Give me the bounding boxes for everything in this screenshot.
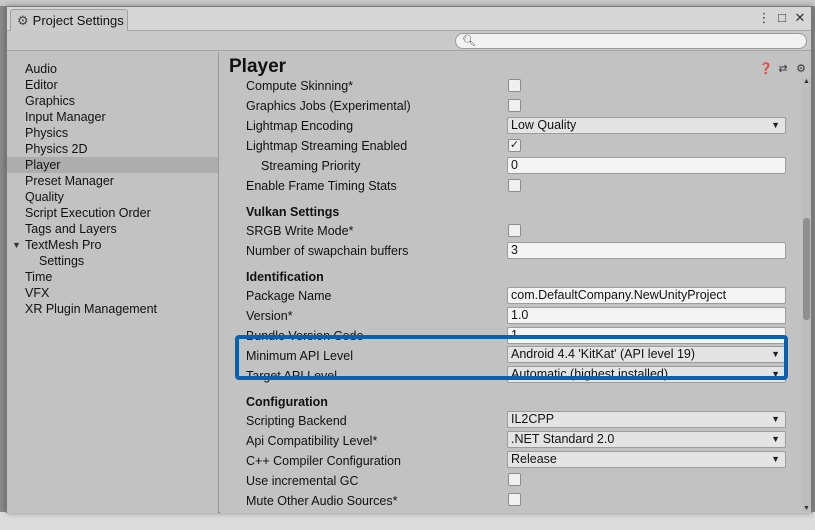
sidebar-item-tags-and-layers[interactable]: Tags and Layers	[7, 221, 218, 237]
sidebar-item-editor[interactable]: Editor	[7, 77, 218, 93]
srgb-write-label: SRGB Write Mode*	[246, 224, 354, 238]
streaming-priority-label: Streaming Priority	[261, 159, 361, 173]
cpp-compiler-config-dropdown[interactable]: Release ▼	[507, 451, 786, 468]
settings-sidebar: Audio Editor Graphics Input Manager Phys…	[7, 52, 219, 513]
lightmap-encoding-dropdown[interactable]: Low Quality ▼	[507, 117, 786, 134]
cpp-compiler-config-label: C++ Compiler Configuration	[246, 454, 401, 468]
sidebar-item-xr-plugin-management[interactable]: XR Plugin Management	[7, 301, 218, 317]
configuration-header: Configuration	[246, 395, 328, 409]
sidebar-item-preset-manager[interactable]: Preset Manager	[7, 173, 218, 189]
dropdown-value: Release	[511, 452, 557, 466]
sidebar-item-time[interactable]: Time	[7, 269, 218, 285]
dropdown-value: Low Quality	[511, 118, 577, 132]
player-settings-panel: Player ❓ ⇄ ⚙ Compute Skinning* Graphics …	[220, 52, 811, 513]
dropdown-value: .NET Standard 2.0	[511, 432, 615, 446]
help-icon[interactable]: ❓	[759, 62, 773, 75]
project-settings-tab[interactable]: ⚙ Project Settings	[10, 9, 128, 31]
vulkan-settings-header: Vulkan Settings	[246, 205, 340, 219]
header-icons: ❓ ⇄ ⚙	[759, 62, 807, 75]
gear-icon[interactable]: ⚙	[795, 62, 807, 75]
version-field[interactable]: 1.0	[507, 307, 786, 324]
swapchain-label: Number of swapchain buffers	[246, 244, 409, 258]
scroll-up-icon[interactable]: ▲	[802, 78, 811, 85]
identification-header: Identification	[246, 270, 324, 284]
compute-skinning-label: Compute Skinning*	[246, 79, 354, 93]
api-compatibility-label: Api Compatibility Level*	[246, 434, 378, 448]
srgb-write-checkbox[interactable]	[508, 224, 521, 237]
sidebar-item-audio[interactable]: Audio	[7, 61, 218, 77]
sidebar-item-script-execution-order[interactable]: Script Execution Order	[7, 205, 218, 221]
lightmap-encoding-label: Lightmap Encoding	[246, 119, 354, 133]
incremental-gc-checkbox[interactable]	[508, 473, 521, 486]
swapchain-field[interactable]: 3	[507, 242, 786, 259]
chevron-down-icon: ▼	[771, 414, 780, 424]
sidebar-item-player[interactable]: Player	[7, 157, 218, 173]
package-name-field[interactable]: com.DefaultCompany.NewUnityProject	[507, 287, 786, 304]
scrollbar-thumb[interactable]	[803, 218, 810, 320]
sidebar-item-graphics[interactable]: Graphics	[7, 93, 218, 109]
streaming-priority-field[interactable]: 0	[507, 157, 786, 174]
chevron-down-icon: ▼	[771, 434, 780, 444]
scroll-down-icon[interactable]: ▼	[802, 505, 811, 512]
incremental-gc-label: Use incremental GC	[246, 474, 359, 488]
page-title: Player	[229, 56, 287, 77]
lightmap-streaming-checkbox[interactable]: ✓	[508, 139, 521, 152]
package-name-label: Package Name	[246, 289, 332, 303]
lightmap-streaming-label: Lightmap Streaming Enabled	[246, 139, 408, 153]
window-title: Project Settings	[32, 13, 124, 28]
sidebar-item-physics[interactable]: Physics	[7, 125, 218, 141]
api-compatibility-dropdown[interactable]: .NET Standard 2.0 ▼	[507, 431, 786, 448]
close-icon[interactable]: ✕	[793, 10, 807, 26]
compute-skinning-checkbox[interactable]	[508, 79, 521, 92]
api-level-highlight-box	[235, 335, 788, 380]
sidebar-item-vfx[interactable]: VFX	[7, 285, 218, 301]
menu-icon[interactable]: ⋮	[757, 10, 771, 26]
scripting-backend-dropdown[interactable]: IL2CPP ▼	[507, 411, 786, 428]
sidebar-item-physics-2d[interactable]: Physics 2D	[7, 141, 218, 157]
mute-audio-checkbox[interactable]	[508, 493, 521, 506]
search-bar: 🔍︎	[7, 31, 811, 51]
mute-audio-label: Mute Other Audio Sources*	[246, 494, 398, 508]
vertical-scrollbar[interactable]: ▲ ▼	[802, 78, 811, 512]
sidebar-item-textmesh-pro[interactable]: ▼ TextMesh Pro	[7, 237, 218, 253]
sidebar-item-quality[interactable]: Quality	[7, 189, 218, 205]
frame-timing-label: Enable Frame Timing Stats	[246, 179, 397, 193]
sidebar-item-label: TextMesh Pro	[25, 238, 102, 252]
search-icon: 🔍︎	[462, 35, 476, 47]
chevron-down-icon: ▼	[771, 120, 780, 130]
maximize-icon[interactable]: □	[775, 10, 789, 26]
sliders-icon[interactable]: ⇄	[777, 62, 789, 75]
dropdown-value: IL2CPP	[511, 412, 555, 426]
frame-timing-checkbox[interactable]	[508, 179, 521, 192]
background-editor	[0, 512, 815, 530]
sidebar-item-textmesh-settings[interactable]: Settings	[7, 253, 218, 269]
graphics-jobs-checkbox[interactable]	[508, 99, 521, 112]
window-buttons: ⋮ □ ✕	[757, 10, 807, 26]
version-label: Version*	[246, 309, 293, 323]
scripting-backend-label: Scripting Backend	[246, 414, 347, 428]
sidebar-item-input-manager[interactable]: Input Manager	[7, 109, 218, 125]
chevron-down-icon: ▼	[771, 454, 780, 464]
graphics-jobs-label: Graphics Jobs (Experimental)	[246, 99, 411, 113]
search-input[interactable]: 🔍︎	[455, 33, 807, 49]
project-settings-window: ⚙ Project Settings ⋮ □ ✕ 🔍︎ Audio Editor…	[6, 6, 812, 513]
title-bar: ⚙ Project Settings ⋮ □ ✕	[7, 7, 811, 31]
gear-icon: ⚙	[17, 12, 29, 28]
expand-arrow-icon[interactable]: ▼	[12, 237, 21, 253]
